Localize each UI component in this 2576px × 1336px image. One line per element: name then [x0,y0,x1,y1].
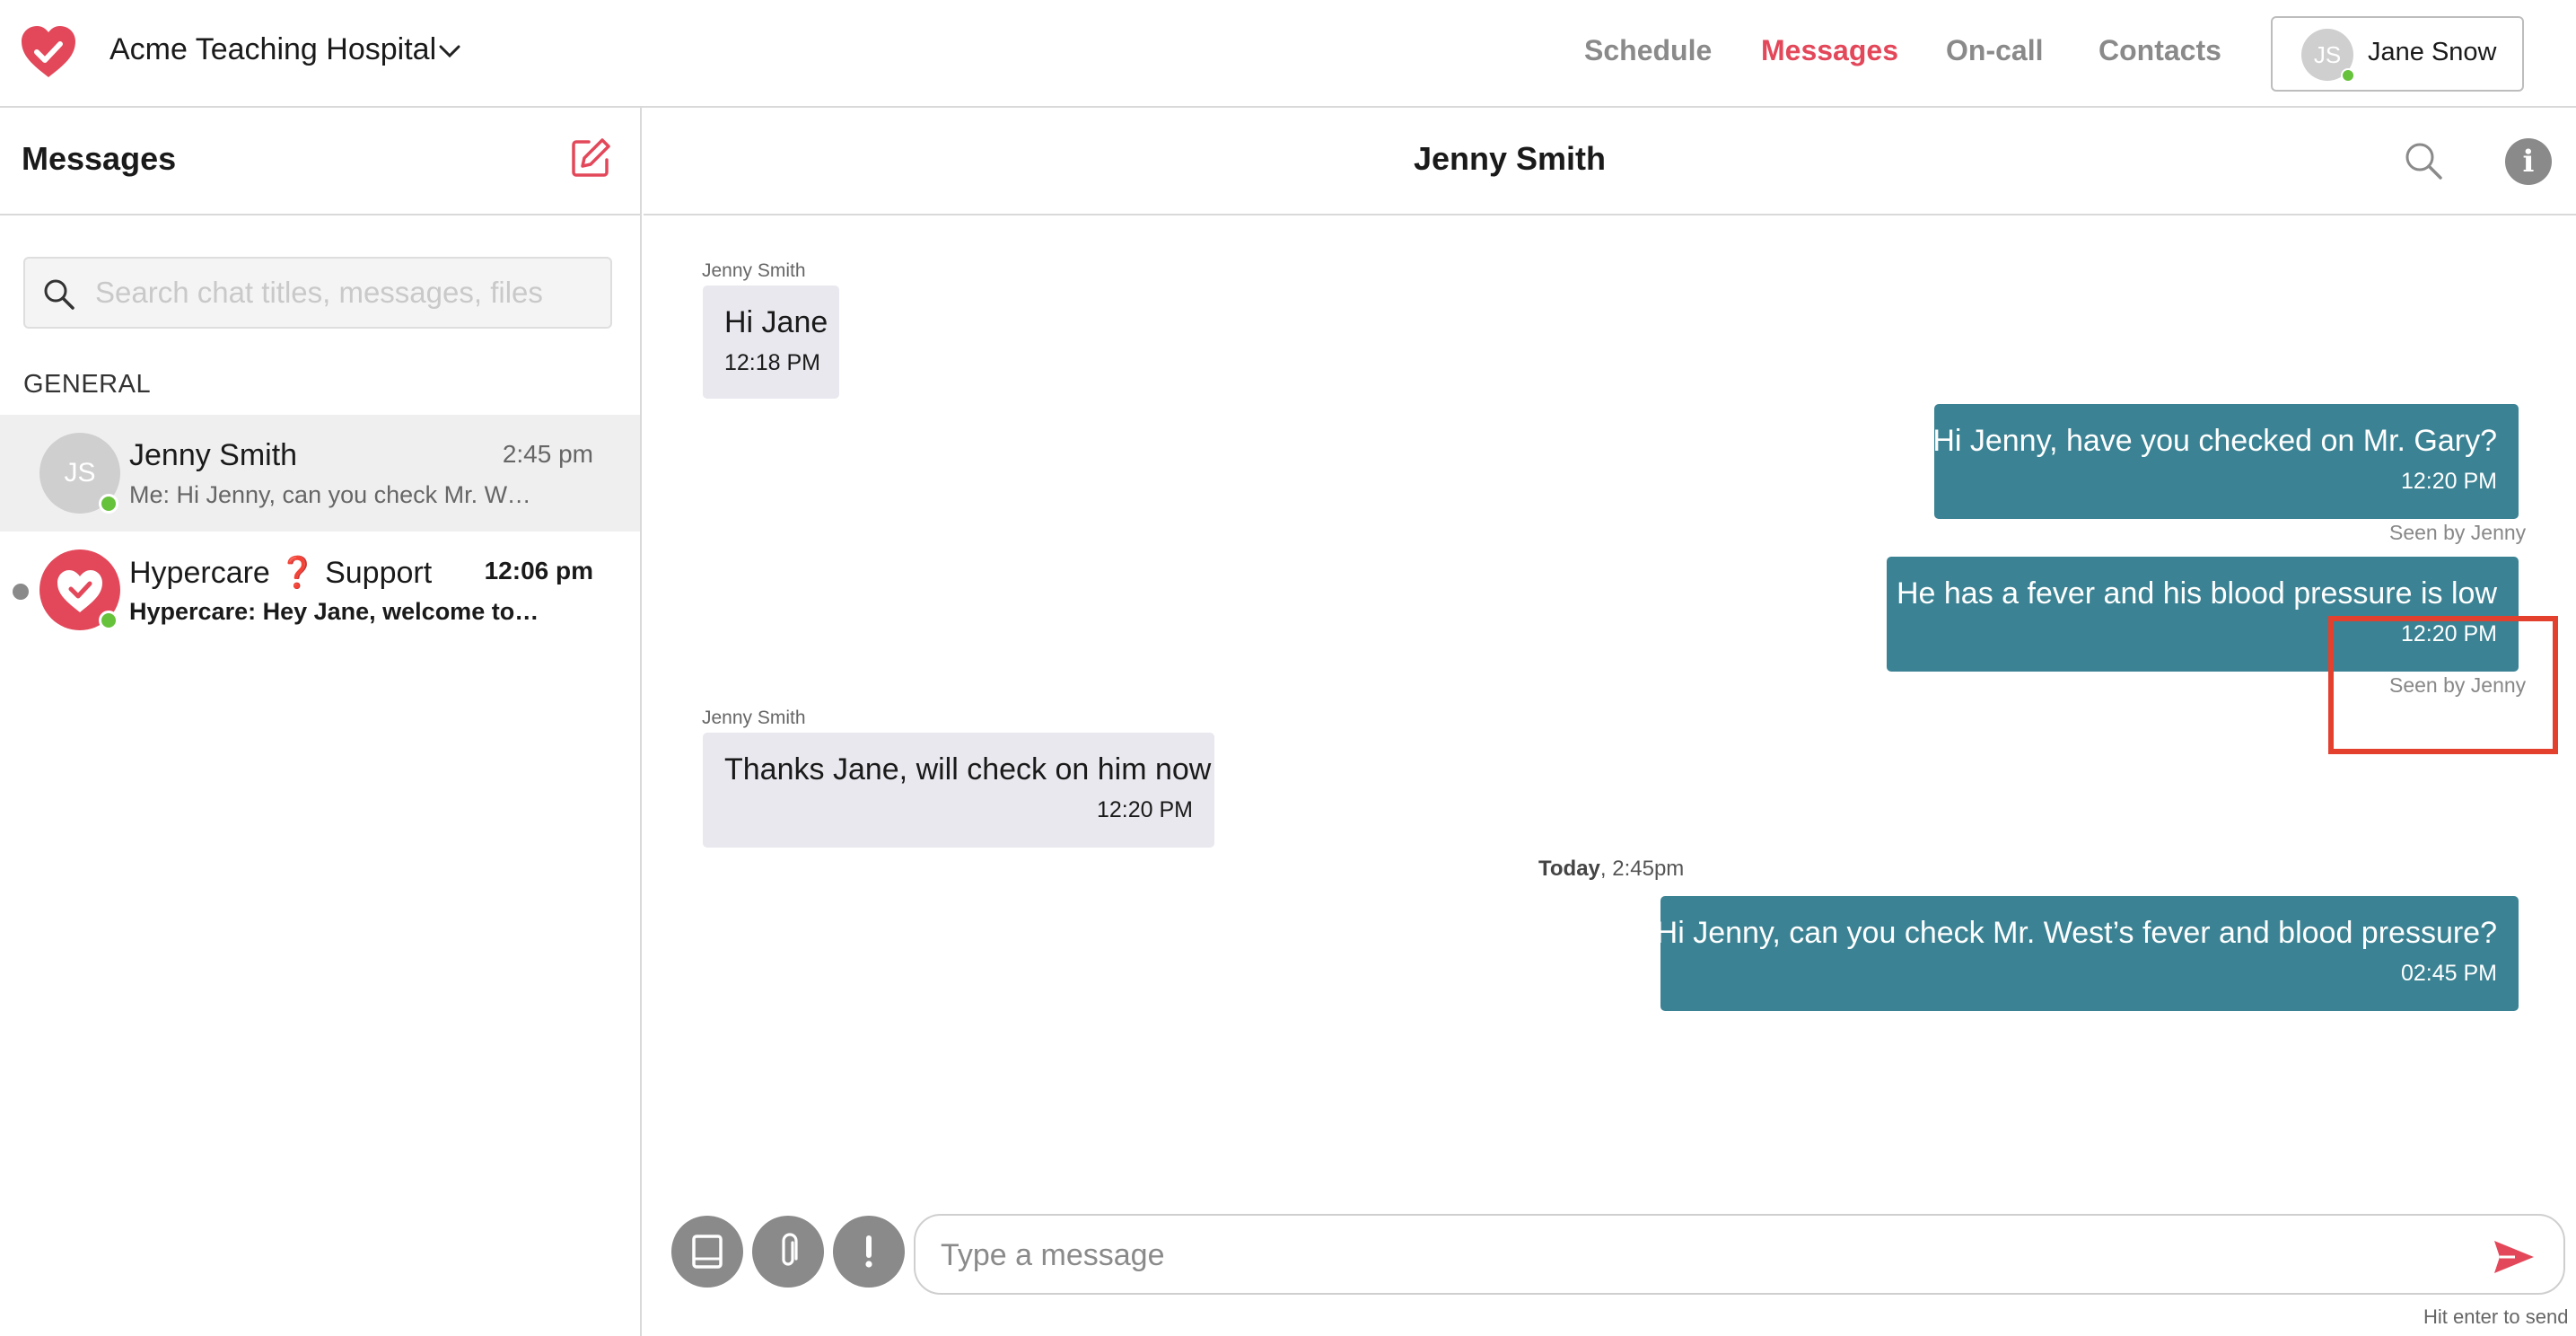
message-input[interactable] [939,1219,2465,1291]
paperclip-icon [782,1233,798,1266]
send-hint: Hit enter to send [2423,1305,2569,1328]
conversation-title: Jenny Smith [1413,140,1607,177]
user-name: Jane Snow [2368,38,2497,66]
message-text: Hi Jenny, have you checked on Mr. Gary? [1932,424,2497,458]
chat-search-box[interactable] [23,257,612,329]
question-mark-icon: ❓ [278,556,317,590]
message-bubble-incoming[interactable]: Thanks Jane, will check on him now 12:20… [703,733,1214,848]
message-text: He has a fever and his blood pressure is… [1896,576,2497,611]
message-text: Hi Jenny, can you check Mr. West’s fever… [1655,916,2497,950]
seen-receipt: Seen by Jenny [2389,521,2527,544]
search-icon[interactable] [2401,138,2446,183]
message-text: Hi Jane [724,305,828,339]
search-icon [44,279,74,310]
user-profile-button[interactable]: JS Jane Snow [2271,16,2524,92]
chat-time: 12:06 pm [484,557,593,584]
info-icon[interactable]: i [2505,138,2552,185]
message-bubble-outgoing[interactable]: Hi Jenny, have you checked on Mr. Gary? … [1932,404,2519,519]
message-time: 12:20 PM [1096,797,1193,822]
date-divider-time: , 2:45pm [1599,857,1685,881]
compose-icon[interactable] [569,136,612,180]
sidebar-title: Messages [22,140,177,177]
chat-name-part: Support [325,556,433,590]
chat-name-part: Hypercare [129,556,270,590]
sidebar-header: Messages [0,108,640,215]
priority-icon [865,1235,872,1268]
message-bubble-incoming[interactable]: Hi Jane 12:18 PM [703,286,839,399]
conversation-header: Jenny Smith i [644,108,2576,215]
online-status-dot [2341,68,2355,83]
chat-name: Hypercare ❓ Support [129,555,432,591]
message-time: 12:18 PM [724,350,821,375]
message-sender: Jenny Smith [702,708,806,728]
chat-list-item-jenny-smith[interactable]: JS Jenny Smith 2:45 pm Me: Hi Jenny, can… [0,415,640,532]
attach-file-button[interactable] [752,1216,824,1288]
unread-indicator [13,584,29,600]
message-sender: Jenny Smith [702,260,806,281]
section-label-general: GENERAL [23,370,152,399]
priority-button[interactable] [833,1216,905,1288]
chat-name: Jenny Smith [129,438,298,472]
search-input[interactable] [93,259,596,327]
organization-name[interactable]: Acme Teaching Hospital [110,32,436,67]
chat-time: 2:45 pm [502,440,593,468]
template-icon [692,1235,723,1269]
chat-list-sidebar: Messages GENERAL JS Jenny Smith 2:45 pm … [0,108,642,1336]
chat-preview: Hypercare: Hey Jane, welcome to Hypercar… [129,598,542,625]
nav-messages[interactable]: Messages [1761,34,1898,67]
template-button[interactable] [671,1216,743,1288]
message-time: 02:45 PM [2400,961,2497,986]
online-status-dot [99,494,118,514]
message-bubble-outgoing[interactable]: Hi Jenny, can you check Mr. West’s fever… [1656,896,2519,1011]
date-divider: Today, 2:45pm [1538,857,1684,882]
nav-on-call[interactable]: On-call [1946,34,2043,67]
top-navigation-bar: Acme Teaching Hospital Schedule Messages… [0,0,2576,108]
nav-schedule[interactable]: Schedule [1584,34,1712,67]
message-text: Thanks Jane, will check on him now [724,752,1212,787]
hypercare-logo[interactable] [20,25,77,81]
chevron-down-icon[interactable] [438,41,461,61]
chat-preview: Me: Hi Jenny, can you check Mr. West's f… [129,481,542,508]
send-icon[interactable] [2492,1237,2537,1277]
annotation-highlight-box [2328,616,2558,754]
date-divider-day: Today [1538,857,1600,881]
message-time: 12:20 PM [2400,469,2497,494]
nav-contacts[interactable]: Contacts [2098,34,2221,67]
chat-list-item-hypercare-support[interactable]: Hypercare ❓ Support 12:06 pm Hypercare: … [0,532,640,648]
online-status-dot [99,611,118,630]
message-composer[interactable] [914,1214,2565,1295]
